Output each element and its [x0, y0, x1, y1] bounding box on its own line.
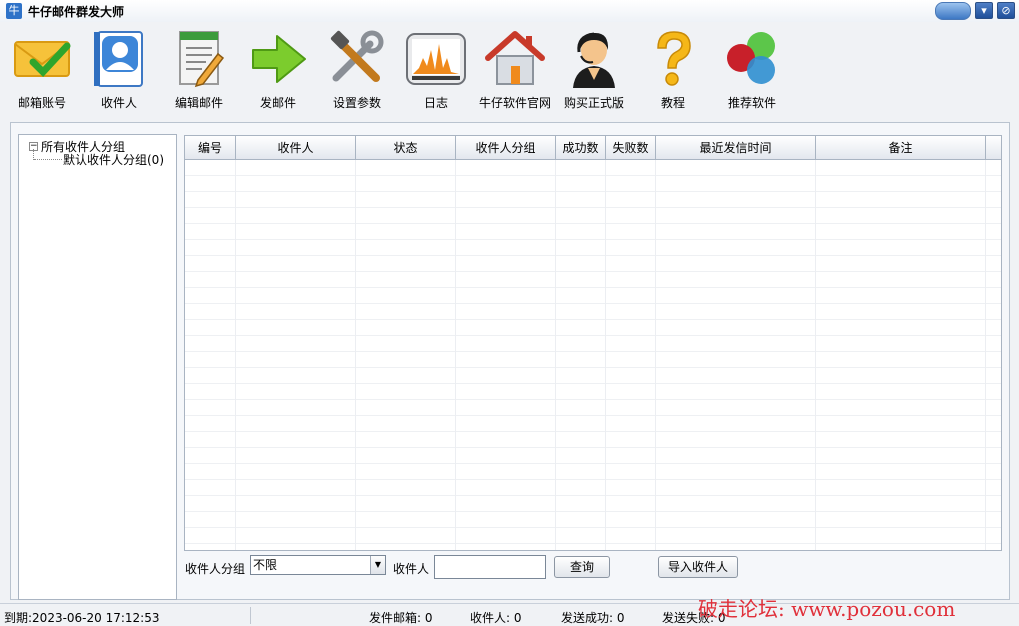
- edit-document-icon: [179, 31, 225, 88]
- recipient-filter-label: 收件人: [393, 562, 430, 576]
- toolbar-item-website[interactable]: 牛仔软件官网: [475, 26, 555, 112]
- window-controls: ▾ ⊘: [935, 2, 1015, 20]
- envelope-check-icon: [14, 41, 71, 78]
- minimize-button[interactable]: ▾: [975, 2, 993, 19]
- toolbar-item-log[interactable]: 日志: [396, 26, 476, 112]
- main-toolbar: 邮箱账号 收件人 编辑邮件 发邮件 设置参数 日志 牛仔软件官网 购买正式版 教…: [0, 22, 1019, 114]
- column-header-fail-count[interactable]: 失败数: [606, 136, 656, 160]
- column-header-recipient[interactable]: 收件人: [236, 136, 356, 160]
- toolbar-item-recommended[interactable]: 推荐软件: [712, 26, 792, 112]
- recipients-table: 编号 收件人 状态 收件人分组 成功数 失败数 最近发信时间 备注: [184, 135, 1002, 551]
- group-filter-value: 不限: [253, 558, 278, 572]
- watermark-text: 破走论坛: www.pozou.com: [698, 597, 956, 621]
- toolbar-item-edit-mail[interactable]: 编辑邮件: [159, 26, 239, 112]
- green-arrow-icon: [252, 35, 306, 83]
- toolbar-item-label: 推荐软件: [727, 96, 776, 110]
- status-sender-mailboxes: 发件邮箱: 0: [369, 611, 433, 625]
- window-title: 牛仔邮件群发大师: [28, 4, 125, 19]
- toolbar-item-buy[interactable]: 购买正式版: [554, 26, 634, 112]
- column-header-id[interactable]: 编号: [185, 136, 236, 160]
- toolbar-item-send-mail[interactable]: 发邮件: [238, 26, 318, 112]
- import-recipients-button[interactable]: 导入收件人: [658, 556, 738, 578]
- tree-connector: [34, 159, 62, 160]
- toolbar-item-settings[interactable]: 设置参数: [317, 26, 397, 112]
- house-icon: [485, 31, 545, 85]
- column-header-group[interactable]: 收件人分组: [456, 136, 556, 160]
- chart-log-icon: [406, 33, 466, 85]
- recipient-filter-input[interactable]: [434, 555, 546, 579]
- table-header: 编号 收件人 状态 收件人分组 成功数 失败数 最近发信时间 备注: [185, 136, 1001, 160]
- filter-bar: 收件人分组 不限 ▼ 收件人 查询 导入收件人: [184, 554, 1002, 580]
- support-agent-icon: [573, 32, 615, 88]
- close-button[interactable]: ⊘: [997, 2, 1015, 19]
- group-filter-select[interactable]: 不限 ▼: [250, 555, 386, 575]
- tools-icon: [330, 30, 384, 82]
- column-header-last-sent[interactable]: 最近发信时间: [656, 136, 816, 160]
- question-mark-icon: [657, 31, 691, 86]
- column-header-remarks[interactable]: 备注: [816, 136, 986, 160]
- table-body[interactable]: [185, 160, 1001, 550]
- app-icon: 牛: [6, 3, 22, 19]
- skin-button[interactable]: [935, 2, 971, 20]
- status-expiry: 到期:2023-06-20 17:12:53: [4, 611, 160, 625]
- dropdown-arrow-icon[interactable]: ▼: [370, 556, 385, 574]
- tree-node-default-group[interactable]: 默认收件人分组(0): [63, 151, 164, 168]
- toolbar-item-recipients[interactable]: 收件人: [79, 26, 159, 112]
- query-button[interactable]: 查询: [554, 556, 610, 578]
- status-recipients: 收件人: 0: [470, 611, 522, 625]
- status-send-success: 发送成功: 0: [561, 611, 625, 625]
- column-header-success-count[interactable]: 成功数: [556, 136, 606, 160]
- status-separator: [250, 607, 251, 624]
- title-bar: 牛 牛仔邮件群发大师 ▾ ⊘: [0, 0, 1019, 22]
- column-header-filler: [986, 136, 1001, 160]
- toolbar-item-tutorial[interactable]: 教程: [633, 26, 713, 112]
- color-circles-icon: [727, 32, 775, 84]
- contact-card-icon: [94, 31, 143, 87]
- column-header-status[interactable]: 状态: [356, 136, 456, 160]
- group-filter-label: 收件人分组: [185, 562, 246, 576]
- recipient-group-tree: − 所有收件人分组 默认收件人分组(0): [18, 134, 177, 600]
